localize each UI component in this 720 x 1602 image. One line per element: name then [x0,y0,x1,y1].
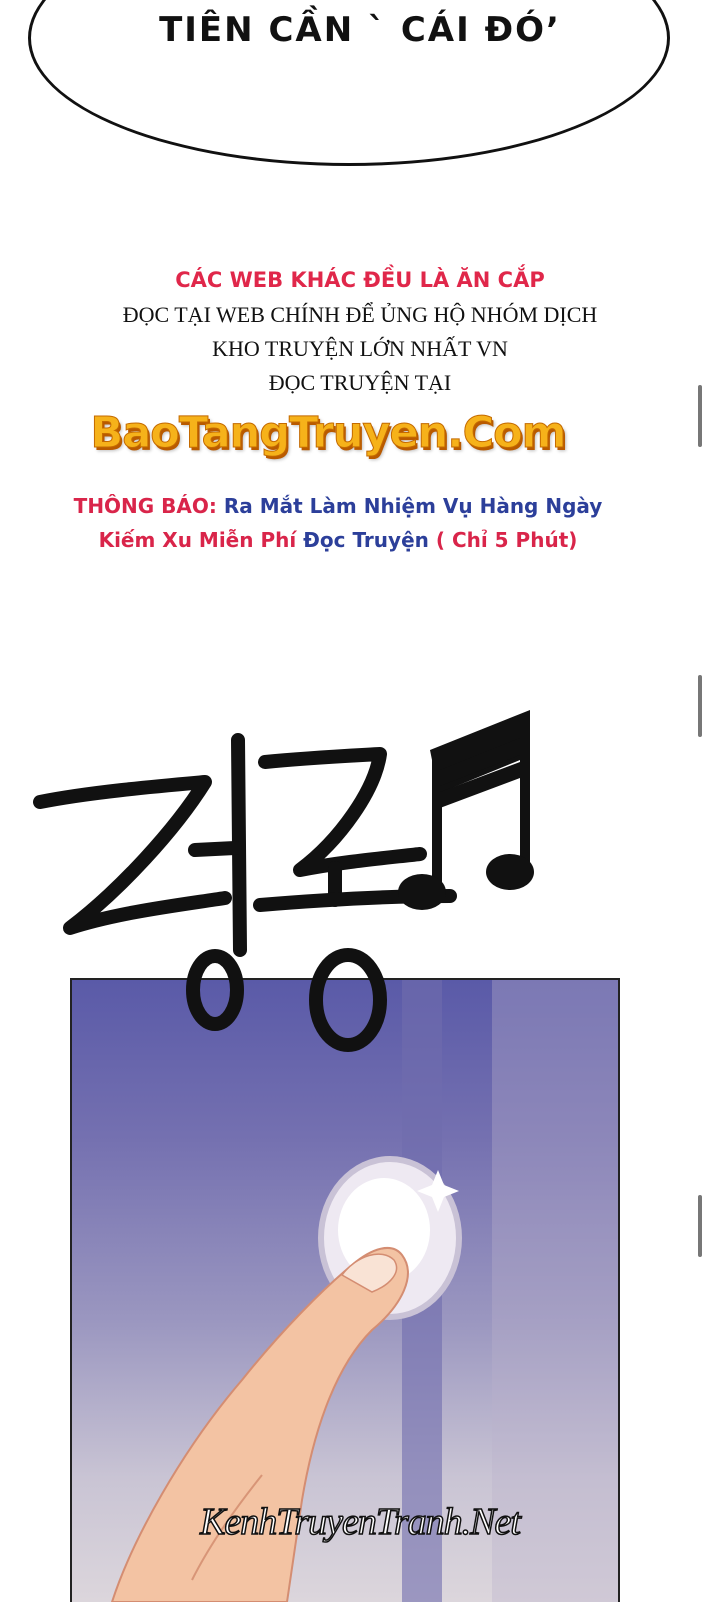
sfx-dingdong [33,710,534,1052]
notice-line-2: KHO TRUYỆN LỚN NHẤT VN [212,336,508,361]
scrollbar-thumb-1[interactable] [698,385,702,447]
watermark: KenhTruyenTranh.Net [199,1500,521,1544]
notice-line-3: ĐỌC TRUYỆN TẠI [268,370,452,395]
notice-warning: CÁC WEB KHÁC ĐỀU LÀ ĂN CẮP [175,268,545,292]
announcement-text-2b: Đọc Truyện [303,528,429,552]
announcement-line-2: Kiếm Xu Miễn Phí Đọc Truyện ( Chỉ 5 Phút… [0,528,676,552]
announcement-label: THÔNG BÁO: [73,494,217,518]
announcement-line-1: THÔNG BÁO: Ra Mắt Làm Nhiệm Vụ Hàng Ngày [0,494,676,518]
announcement-text-1: Ra Mắt Làm Nhiệm Vụ Hàng Ngày [223,494,603,518]
announcement-text-2a: Kiếm Xu Miễn Phí [98,528,297,552]
announcement-text-2c: ( Chỉ 5 Phút) [435,528,578,552]
scrollbar-thumb-3[interactable] [698,1195,702,1257]
speech-bubble-text: TIÊN CẦN ` CÁI ĐÓ’ [159,10,561,50]
site-name-logo[interactable]: BaoTangTruyen.Com [0,408,656,459]
notice-line-1: ĐỌC TẠI WEB CHÍNH ĐỂ ỦNG HỘ NHÓM DỊCH [122,302,598,327]
